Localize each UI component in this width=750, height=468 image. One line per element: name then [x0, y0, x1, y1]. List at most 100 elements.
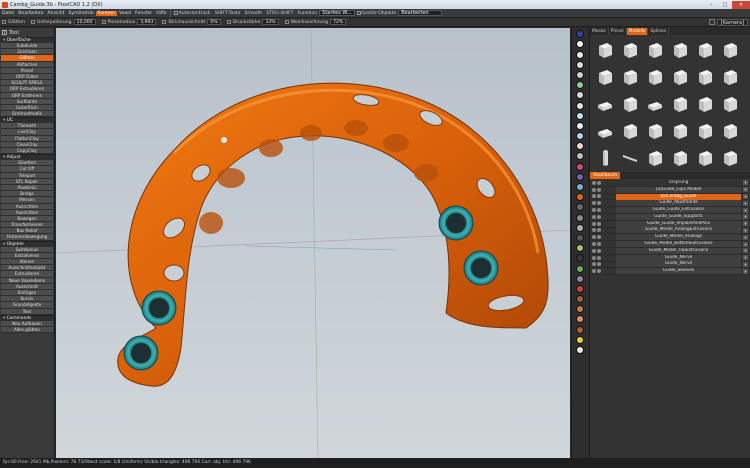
druckstaerke-input[interactable]: 33% — [262, 19, 279, 25]
implant-sleeve[interactable] — [463, 250, 499, 286]
weichzeichnung-input[interactable]: 72% — [330, 19, 347, 25]
add-layer-icon[interactable]: + — [743, 268, 748, 274]
dental-guide-model[interactable] — [117, 82, 549, 387]
cube-primitive-icon[interactable] — [669, 146, 691, 169]
cube-primitive-icon[interactable] — [619, 119, 641, 143]
add-layer-icon[interactable]: + — [743, 261, 748, 267]
menu-symmetrie[interactable]: Symmetrie — [66, 11, 95, 16]
gestor-objekte-toggle[interactable]: Gestör-Objekte — [355, 11, 399, 16]
visibility-icon[interactable] — [592, 221, 596, 226]
lock-icon[interactable] — [597, 187, 601, 192]
viewport-canvas[interactable] — [56, 28, 570, 458]
color-swatch[interactable] — [576, 111, 584, 120]
cube-primitive-icon[interactable] — [644, 65, 666, 89]
tab-maske[interactable]: Maske — [590, 28, 609, 35]
add-layer-icon[interactable]: + — [743, 248, 748, 254]
tree-item-label[interactable]: Guide_Guide_Supports — [616, 213, 741, 220]
checkbox-icon[interactable] — [226, 20, 231, 24]
tree-item-label[interactable]: Guide_Guide_Extrusions — [616, 207, 741, 214]
lock-icon[interactable] — [597, 208, 601, 213]
tree-item-label[interactable]: Guide_Model_TopExtrusions — [616, 247, 741, 254]
checkbox-icon[interactable] — [101, 20, 106, 24]
menu-hilfe[interactable]: Hilfe — [154, 11, 168, 16]
cube-primitive-icon[interactable] — [719, 92, 741, 116]
tool-button[interactable]: Alles glätten — [1, 326, 53, 334]
implant-sleeve[interactable] — [123, 335, 159, 371]
visibility-icon[interactable] — [592, 228, 596, 233]
visibility-icon[interactable] — [592, 242, 596, 247]
implant-sleeve[interactable] — [438, 205, 474, 241]
slab-primitive-icon[interactable] — [644, 92, 666, 116]
cube-primitive-icon[interactable] — [719, 146, 741, 169]
checkbox-icon[interactable] — [162, 20, 167, 24]
close-button[interactable]: ✕ — [732, 0, 750, 9]
cube-primitive-icon[interactable] — [669, 92, 691, 116]
visibility-icon[interactable] — [592, 248, 596, 253]
cube-primitive-icon[interactable] — [619, 38, 641, 62]
camera-select[interactable]: [Kamera] — [716, 18, 748, 26]
strg-shift-label[interactable]: STRG-SHIFT — [264, 11, 295, 16]
color-swatch[interactable] — [576, 162, 584, 171]
menu-formen[interactable]: Formen — [95, 10, 117, 16]
minimize-button[interactable]: – — [704, 1, 718, 9]
cube-primitive-icon[interactable] — [669, 65, 691, 89]
add-layer-icon[interactable]: + — [743, 221, 748, 227]
add-layer-icon[interactable]: + — [743, 241, 748, 247]
cube-primitive-icon[interactable] — [594, 65, 616, 89]
add-layer-icon[interactable]: + — [743, 255, 748, 261]
tree-item-label[interactable]: Guide_Sleeves — [616, 268, 741, 275]
tree-item-label[interactable]: Guide_Guide_ImplantAndPins — [616, 220, 741, 227]
add-layer-icon[interactable]: + — [743, 214, 748, 220]
color-swatch[interactable] — [576, 121, 584, 130]
menu-datei[interactable]: Datei — [0, 11, 16, 16]
slab-primitive-icon[interactable] — [594, 119, 616, 143]
autosamtrack-toggle[interactable]: Autosamtrack — [172, 11, 213, 16]
tree-item-label[interactable]: Guide_Nerve — [616, 261, 741, 268]
color-swatch[interactable] — [576, 315, 584, 324]
cube-primitive-icon[interactable] — [644, 146, 666, 169]
glaetten-toggle[interactable]: Glätten — [0, 20, 25, 25]
cube-primitive-icon[interactable] — [694, 92, 716, 116]
color-swatch[interactable] — [576, 274, 584, 283]
menu-ansicht[interactable]: Ansicht — [46, 11, 67, 16]
lock-icon[interactable] — [597, 201, 601, 206]
lock-icon[interactable] — [597, 242, 601, 247]
lock-icon[interactable] — [597, 235, 601, 240]
tree-item-label[interactable]: Guide_Model_AnalogExtrusions — [616, 227, 741, 234]
visibility-icon[interactable] — [592, 201, 596, 206]
color-swatch[interactable] — [576, 183, 584, 191]
cube-primitive-icon[interactable] — [694, 146, 716, 169]
lock-icon[interactable] — [597, 214, 601, 219]
color-swatch[interactable] — [576, 142, 584, 151]
color-swatch[interactable] — [576, 172, 584, 181]
visibility-icon[interactable] — [592, 194, 596, 199]
add-layer-icon[interactable]: + — [743, 207, 748, 213]
cube-primitive-icon[interactable] — [719, 65, 741, 89]
visibility-icon[interactable] — [592, 235, 596, 240]
funktion-select[interactable]: Starkes W... — [319, 10, 355, 16]
lock-icon[interactable] — [597, 262, 601, 267]
unterpolierung-input[interactable]: 10,000 — [73, 19, 96, 25]
cube-primitive-icon[interactable] — [719, 119, 741, 143]
lock-icon[interactable] — [597, 221, 601, 226]
cube-primitive-icon[interactable] — [644, 119, 666, 143]
color-swatch[interactable] — [576, 264, 584, 273]
cube-primitive-icon[interactable] — [719, 38, 741, 62]
color-swatch[interactable] — [576, 30, 584, 39]
tree-item-label[interactable]: Ursprung — [616, 180, 741, 186]
color-swatch[interactable] — [576, 284, 584, 293]
visibility-icon[interactable] — [592, 187, 596, 192]
pinselradius-input[interactable]: 3,993 — [137, 19, 157, 25]
cube-primitive-icon[interactable] — [619, 65, 641, 89]
add-layer-icon[interactable]: + — [743, 234, 748, 240]
tab-pinsel[interactable]: Pinsel — [609, 28, 627, 35]
tree-item-label[interactable]: Guide_Nerve — [616, 254, 741, 261]
color-swatch[interactable] — [576, 223, 584, 232]
color-swatch[interactable] — [576, 335, 584, 344]
menu-voxel[interactable]: Voxel — [117, 11, 133, 16]
add-layer-icon[interactable]: + — [743, 180, 748, 186]
color-swatch[interactable] — [576, 254, 584, 263]
tab-voxelbaum[interactable]: Voxelbaum — [590, 172, 621, 179]
visibility-icon[interactable] — [592, 269, 596, 274]
tree-row[interactable]: Guide_Sleeves + — [592, 268, 748, 276]
